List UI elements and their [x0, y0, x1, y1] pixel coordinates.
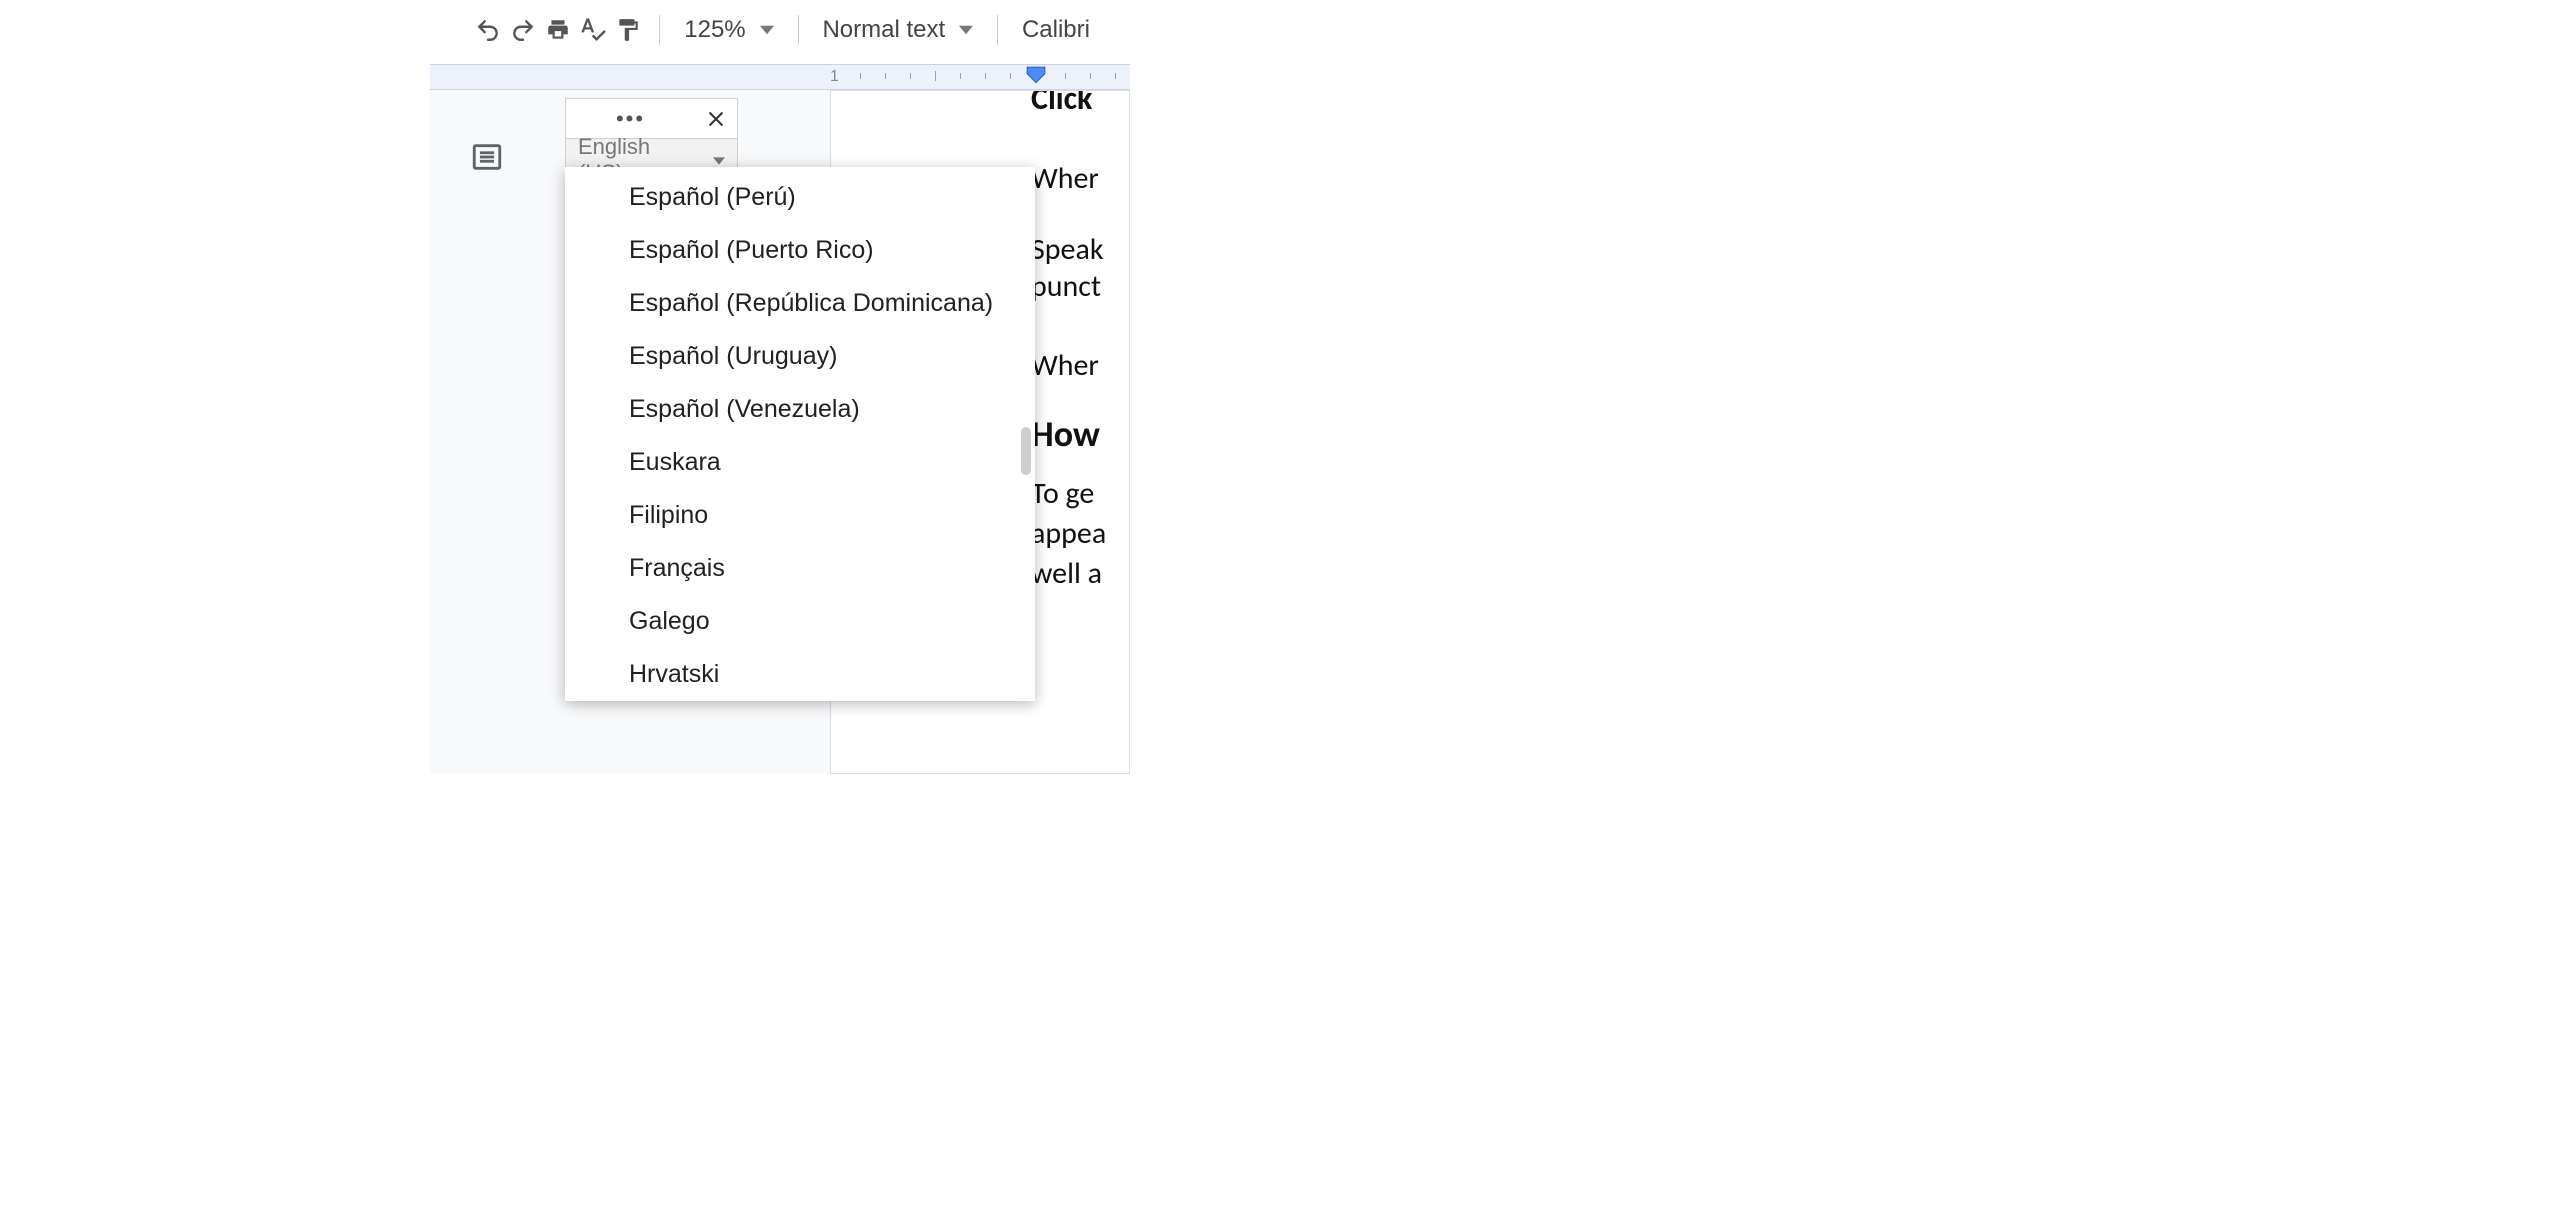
paragraph-style-dropdown[interactable]: Normal text [812, 16, 983, 44]
language-option[interactable]: Hrvatski [565, 648, 1035, 701]
undo-button[interactable] [470, 8, 505, 52]
paint-format-button[interactable] [610, 8, 645, 52]
ruler-tick [960, 73, 961, 79]
scrollbar-thumb[interactable] [1021, 427, 1031, 475]
font-dropdown[interactable]: Calibri [1012, 16, 1100, 44]
document-text: well a [1031, 554, 1129, 594]
toolbar-separator [997, 15, 998, 45]
voice-panel-header[interactable]: ••• [565, 98, 738, 139]
language-option[interactable]: Français [565, 542, 1035, 595]
language-dropdown: Español (Perú)Español (Puerto Rico)Españ… [565, 167, 1035, 701]
language-option[interactable]: Filipino [565, 489, 1035, 542]
language-option[interactable]: Galego [565, 595, 1035, 648]
ruler-tick [1115, 73, 1116, 79]
language-option[interactable]: Español (Perú) [565, 167, 1035, 224]
ruler-tick [1065, 73, 1066, 79]
font-label: Calibri [1022, 16, 1090, 44]
document-text: Wher [1031, 160, 1129, 197]
toolbar-separator [798, 15, 799, 45]
toolbar-separator [659, 15, 660, 45]
close-button[interactable] [695, 109, 737, 129]
document-text: Click [1031, 90, 1129, 118]
ruler-tick [935, 71, 936, 81]
document-text: Speak [1031, 231, 1129, 268]
zoom-dropdown[interactable]: 125% [674, 16, 783, 44]
language-option[interactable]: Euskara [565, 436, 1035, 489]
language-option[interactable]: Español (Uruguay) [565, 330, 1035, 383]
outline-button[interactable] [470, 140, 504, 179]
language-option[interactable]: Español (Venezuela) [565, 383, 1035, 436]
toolbar: 125% Normal text Calibri [430, 0, 1130, 60]
ruler-tick [1090, 73, 1091, 79]
language-option[interactable]: Español (Puerto Rico) [565, 224, 1035, 277]
ruler-tick [885, 73, 886, 79]
zoom-label: 125% [684, 16, 745, 44]
print-button[interactable] [540, 8, 575, 52]
document-text: appea [1031, 514, 1129, 554]
redo-button[interactable] [505, 8, 540, 52]
ruler-tick [985, 73, 986, 79]
ruler-tick [910, 73, 911, 79]
spellcheck-button[interactable] [575, 8, 610, 52]
ruler-tick [1010, 73, 1011, 79]
more-icon[interactable]: ••• [566, 106, 695, 132]
document-text: Wher [1031, 347, 1129, 384]
ruler-number: 1 [830, 68, 839, 86]
chevron-down-icon [959, 16, 973, 44]
document-surface: Click Wher Speak punct Wher How To ge ap… [430, 90, 1130, 774]
chevron-down-icon [760, 16, 774, 44]
document-text: punct [1031, 268, 1129, 305]
document-text: To ge [1031, 474, 1129, 514]
language-option[interactable]: Español (República Dominicana) [565, 277, 1035, 330]
ruler-tick [860, 73, 861, 79]
document-heading: How [1031, 412, 1129, 456]
indent-marker-icon[interactable] [1025, 65, 1047, 92]
paragraph-style-label: Normal text [822, 16, 945, 44]
ruler[interactable]: 1 [430, 64, 1130, 90]
